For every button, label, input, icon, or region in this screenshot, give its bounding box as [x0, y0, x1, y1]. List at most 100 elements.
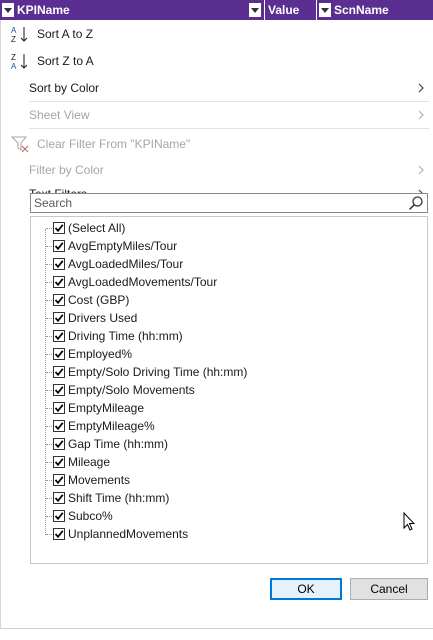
checkmark-icon [54, 314, 64, 323]
checkmark-icon [54, 512, 64, 521]
sort-ascending-icon: A Z [11, 26, 28, 43]
checkmark-icon [54, 440, 64, 449]
list-item[interactable]: Mileage [31, 453, 427, 471]
checkbox[interactable] [53, 276, 65, 288]
checkbox[interactable] [53, 258, 65, 270]
tree-tick [46, 480, 52, 481]
list-item[interactable]: Driving Time (hh:mm) [31, 327, 427, 345]
list-item-label: Shift Time (hh:mm) [68, 491, 170, 505]
tree-tick [46, 318, 52, 319]
sort-a-to-z-label: Sort A to Z [37, 27, 94, 41]
list-item[interactable]: Employed% [31, 345, 427, 363]
cancel-button[interactable]: Cancel [350, 578, 428, 600]
checkbox[interactable] [53, 456, 65, 468]
checkmark-icon [54, 278, 64, 287]
tree-tick [46, 228, 52, 229]
search-icon[interactable] [408, 195, 424, 211]
checkmark-icon [54, 494, 64, 503]
sort-z-to-a-label: Sort Z to A [37, 54, 94, 68]
header-kpiname-label: KPIName [17, 3, 70, 17]
checkmark-icon [54, 260, 64, 269]
sort-z-to-a-item[interactable]: Z A Sort Z to A [1, 48, 433, 74]
tree-tick [46, 462, 52, 463]
checkbox[interactable] [53, 366, 65, 378]
list-item-label: Empty/Solo Movements [68, 383, 195, 397]
checkbox[interactable] [53, 528, 65, 540]
sort-by-color-label: Sort by Color [29, 81, 100, 95]
list-item[interactable]: AvgLoadedMiles/Tour [31, 255, 427, 273]
list-item[interactable]: Empty/Solo Driving Time (hh:mm) [31, 363, 427, 381]
sort-by-color-item[interactable]: Sort by Color [1, 75, 433, 101]
checkmark-icon [54, 458, 64, 467]
search-box [30, 193, 428, 213]
sheet-view-item: Sheet View [1, 102, 433, 128]
checkmark-icon [54, 404, 64, 413]
tree-tick [46, 516, 52, 517]
list-item[interactable]: AvgEmptyMiles/Tour [31, 237, 427, 255]
list-item-label: Gap Time (hh:mm) [68, 437, 169, 451]
sheet-behind-menu [0, 628, 433, 640]
kpiname-filter-dropdown-icon[interactable] [2, 3, 14, 17]
checkbox[interactable] [53, 294, 65, 306]
checkbox[interactable] [53, 420, 65, 432]
sort-a-to-z-item[interactable]: A Z Sort A to Z [1, 21, 433, 47]
checkbox[interactable] [53, 330, 65, 342]
scnname-filter-dropdown-icon[interactable] [319, 3, 331, 17]
chevron-right-icon [418, 165, 424, 175]
search-input[interactable] [31, 194, 401, 212]
menu-divider [29, 128, 429, 129]
list-item[interactable]: Cost (GBP) [31, 291, 427, 309]
tree-tick [46, 336, 52, 337]
checkbox[interactable] [53, 438, 65, 450]
list-item-label: (Select All) [68, 221, 126, 235]
checkmark-icon [54, 422, 64, 431]
header-kpiname: KPIName [0, 0, 265, 20]
list-item-label: UnplannedMovements [68, 527, 189, 541]
list-item-label: Cost (GBP) [68, 293, 130, 307]
list-item-label: Employed% [68, 347, 133, 361]
checkbox[interactable] [53, 510, 65, 522]
checkbox[interactable] [53, 492, 65, 504]
svg-text:Z: Z [11, 35, 16, 43]
tree-tick [46, 282, 52, 283]
sheet-view-label: Sheet View [29, 108, 90, 122]
ok-button[interactable]: OK [270, 578, 342, 600]
chevron-right-icon [418, 110, 424, 120]
select-all-item[interactable]: (Select All) [31, 219, 427, 237]
list-item[interactable]: Movements [31, 471, 427, 489]
checkbox[interactable] [53, 312, 65, 324]
header-value-label: Value [268, 3, 300, 17]
tree-tick [46, 390, 52, 391]
list-item[interactable]: Subco% [31, 507, 427, 525]
list-item[interactable]: Gap Time (hh:mm) [31, 435, 427, 453]
list-item[interactable]: Drivers Used [31, 309, 427, 327]
checkbox[interactable] [53, 240, 65, 252]
checkmark-icon [54, 368, 64, 377]
tree-tick [46, 264, 52, 265]
filter-by-color-item: Filter by Color [1, 157, 433, 183]
list-item[interactable]: AvgLoadedMovements/Tour [31, 273, 427, 291]
list-item[interactable]: EmptyMileage [31, 399, 427, 417]
chevron-right-icon [418, 83, 424, 93]
tree-tick [46, 444, 52, 445]
list-item[interactable]: EmptyMileage% [31, 417, 427, 435]
checkmark-icon [54, 350, 64, 359]
tree-tick [46, 372, 52, 373]
tree-tick [46, 426, 52, 427]
kpiname-filter-dropdown-right-icon[interactable] [249, 3, 261, 17]
tree-tick [46, 408, 52, 409]
header-value: Value [265, 0, 317, 20]
checkbox[interactable] [53, 402, 65, 414]
list-item[interactable]: UnplannedMovements [31, 525, 427, 543]
list-item[interactable]: Shift Time (hh:mm) [31, 489, 427, 507]
tree-tick [46, 498, 52, 499]
list-item-label: EmptyMileage% [68, 419, 155, 433]
checkbox[interactable] [53, 474, 65, 486]
header-scnname: ScnName [317, 0, 433, 20]
checkbox[interactable] [53, 348, 65, 360]
list-item[interactable]: Empty/Solo Movements [31, 381, 427, 399]
checkbox[interactable] [53, 384, 65, 396]
filter-values-list: (Select All) AvgEmptyMiles/Tour AvgLoadedM… [30, 216, 428, 564]
checkbox[interactable] [53, 222, 65, 234]
list-item-label: EmptyMileage [68, 401, 145, 415]
